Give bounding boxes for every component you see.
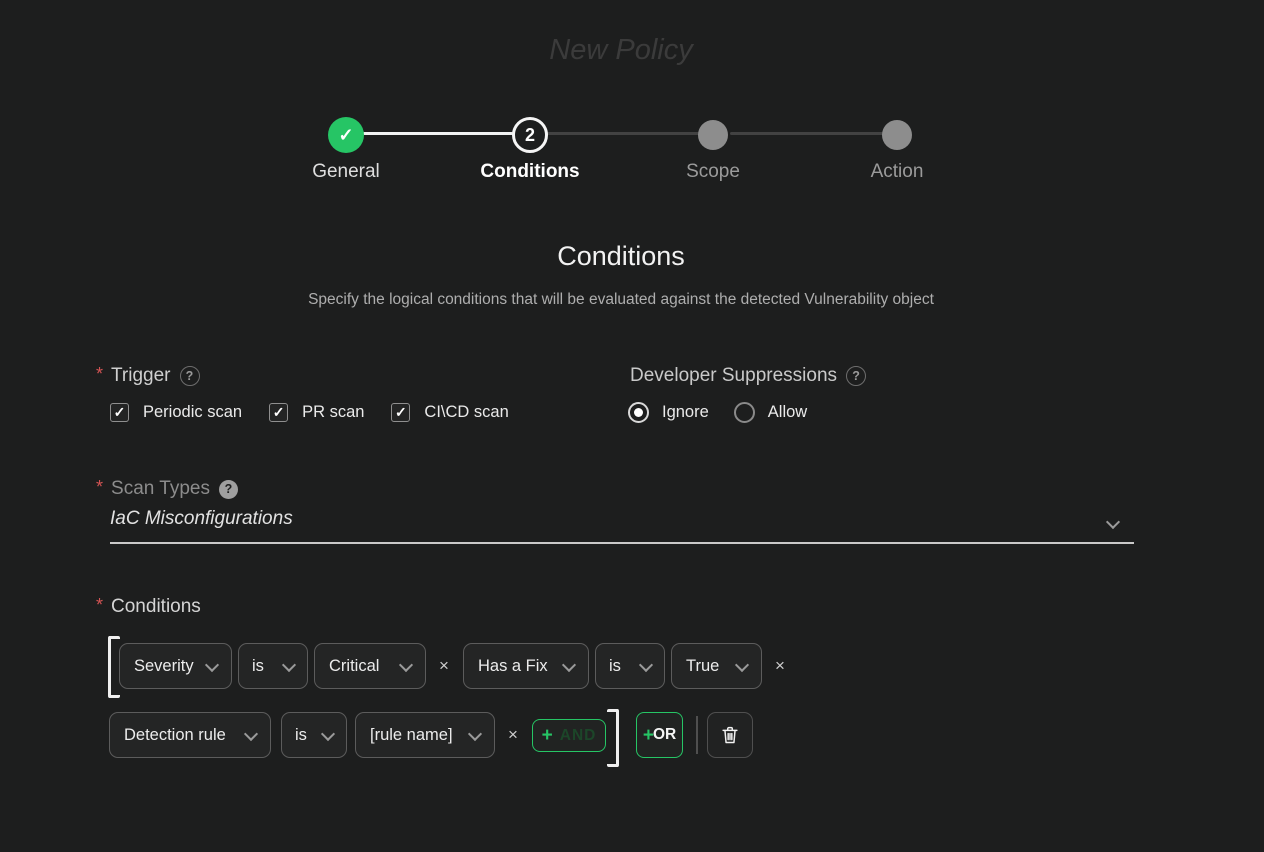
remove-clause-button[interactable]: × xyxy=(503,712,523,758)
chevron-down-icon xyxy=(282,657,296,671)
radio-selected-icon[interactable] xyxy=(628,402,649,423)
trigger-label-row: * Trigger ? xyxy=(96,365,200,387)
developer-suppressions-options: Ignore Allow xyxy=(628,402,807,423)
check-icon: ✓ xyxy=(338,125,353,146)
remove-clause-button[interactable]: × xyxy=(770,643,790,689)
dropdown-value: Detection rule xyxy=(124,726,226,745)
section-title: Conditions xyxy=(0,241,1242,272)
checkbox-pr-scan[interactable]: ✓ PR scan xyxy=(269,403,364,422)
value-dropdown[interactable]: Critical xyxy=(314,643,426,689)
checkbox-checked-icon[interactable]: ✓ xyxy=(110,403,129,422)
value-dropdown[interactable]: True xyxy=(671,643,762,689)
dropdown-value: Severity xyxy=(134,657,194,676)
step-general-indicator[interactable]: ✓ xyxy=(328,117,364,153)
conditions-label-row: * Conditions xyxy=(96,596,201,618)
or-button-label: OR xyxy=(653,726,676,744)
group-close-bracket xyxy=(607,709,619,767)
dropdown-value: Critical xyxy=(329,657,379,676)
trigger-options: ✓ Periodic scan ✓ PR scan ✓ CI\CD scan xyxy=(110,403,509,422)
required-marker: * xyxy=(96,477,103,498)
scan-types-label-row: * Scan Types ? xyxy=(96,478,238,500)
page-title: New Policy xyxy=(0,34,1242,67)
dropdown-value: Has a Fix xyxy=(478,657,548,676)
help-icon[interactable]: ? xyxy=(219,480,238,499)
add-or-button[interactable]: + OR xyxy=(636,712,683,758)
developer-suppressions-label-row: Developer Suppressions ? xyxy=(630,365,866,387)
dropdown-value: is xyxy=(295,726,307,745)
stepper-connector xyxy=(730,132,883,135)
add-and-button[interactable]: + AND xyxy=(532,719,606,752)
scan-types-select[interactable]: IaC Misconfigurations xyxy=(110,505,1134,544)
checkbox-checked-icon[interactable]: ✓ xyxy=(391,403,410,422)
step-label-action[interactable]: Action xyxy=(827,161,967,183)
required-marker: * xyxy=(96,595,103,616)
step-label-conditions[interactable]: Conditions xyxy=(460,161,600,183)
radio-allow[interactable]: Allow xyxy=(734,402,807,423)
chevron-down-icon xyxy=(399,657,413,671)
scan-types-label: Scan Types xyxy=(111,478,210,500)
trash-icon xyxy=(719,724,741,746)
developer-suppressions-label: Developer Suppressions xyxy=(630,365,837,387)
step-label-scope[interactable]: Scope xyxy=(643,161,783,183)
radio-label: Ignore xyxy=(662,403,709,422)
section-subtitle: Specify the logical conditions that will… xyxy=(0,291,1242,309)
remove-clause-button[interactable]: × xyxy=(434,643,454,689)
checkbox-label: PR scan xyxy=(302,403,364,422)
chevron-down-icon xyxy=(562,657,576,671)
plus-icon: + xyxy=(542,726,553,745)
delete-group-button[interactable] xyxy=(707,712,753,758)
dropdown-value: True xyxy=(686,657,719,676)
dropdown-value: is xyxy=(252,657,264,676)
chevron-down-icon xyxy=(321,726,335,740)
operator-dropdown[interactable]: is xyxy=(595,643,665,689)
dropdown-value: [rule name] xyxy=(370,726,453,745)
checkbox-cicd-scan[interactable]: ✓ CI\CD scan xyxy=(391,403,508,422)
step-label-general[interactable]: General xyxy=(276,161,416,183)
conditions-label: Conditions xyxy=(111,596,201,618)
stepper-connector xyxy=(547,132,699,135)
and-button-label: AND xyxy=(560,727,597,745)
divider xyxy=(696,716,698,754)
radio-unselected-icon[interactable] xyxy=(734,402,755,423)
chevron-down-icon xyxy=(205,657,219,671)
dropdown-value: is xyxy=(609,657,621,676)
chevron-down-icon xyxy=(468,726,482,740)
operator-dropdown[interactable]: is xyxy=(238,643,308,689)
scan-types-value: IaC Misconfigurations xyxy=(110,508,293,530)
help-icon[interactable]: ? xyxy=(180,366,200,386)
stepper-connector-done xyxy=(363,132,513,135)
step-action-indicator[interactable] xyxy=(882,120,912,150)
required-marker: * xyxy=(96,364,103,385)
operator-dropdown[interactable]: is xyxy=(281,712,347,758)
chevron-down-icon xyxy=(1106,515,1120,529)
step-number: 2 xyxy=(525,125,535,146)
checkbox-checked-icon[interactable]: ✓ xyxy=(269,403,288,422)
help-icon[interactable]: ? xyxy=(846,366,866,386)
radio-label: Allow xyxy=(768,403,807,422)
field-dropdown[interactable]: Detection rule xyxy=(109,712,271,758)
step-conditions-indicator[interactable]: 2 xyxy=(512,117,548,153)
radio-ignore[interactable]: Ignore xyxy=(628,402,709,423)
checkbox-label: CI\CD scan xyxy=(424,403,508,422)
checkbox-label: Periodic scan xyxy=(143,403,242,422)
chevron-down-icon xyxy=(735,657,749,671)
field-dropdown[interactable]: Severity xyxy=(119,643,232,689)
field-dropdown[interactable]: Has a Fix xyxy=(463,643,589,689)
chevron-down-icon xyxy=(244,726,258,740)
checkbox-periodic-scan[interactable]: ✓ Periodic scan xyxy=(110,403,242,422)
step-scope-indicator[interactable] xyxy=(698,120,728,150)
chevron-down-icon xyxy=(639,657,653,671)
value-dropdown[interactable]: [rule name] xyxy=(355,712,495,758)
trigger-label: Trigger xyxy=(111,365,170,387)
